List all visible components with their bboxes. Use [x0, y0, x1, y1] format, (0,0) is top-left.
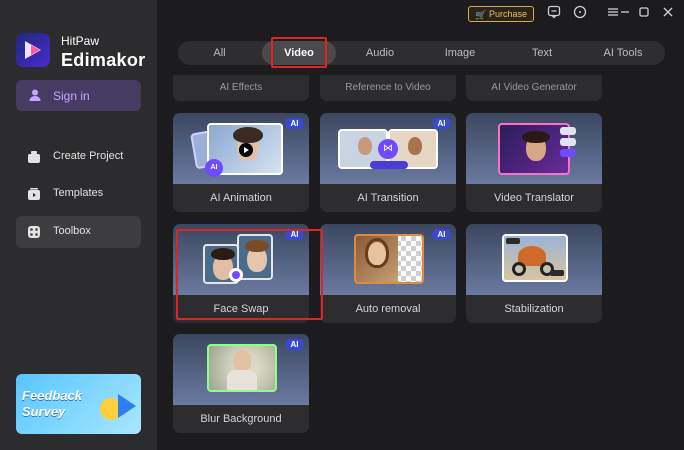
sidebar-item-toolbox[interactable]: Toolbox	[16, 216, 141, 248]
stabilization-thumbnail	[466, 224, 602, 295]
tool-card-label: Video Translator	[494, 192, 574, 204]
sidebar-item-label: Toolbox	[53, 225, 91, 237]
tool-card-label: Auto removal	[355, 303, 421, 315]
tab-all[interactable]: All	[178, 41, 261, 65]
tool-card-stabilization[interactable]: Stabilization	[466, 224, 602, 323]
close-icon[interactable]	[660, 5, 676, 21]
tool-card-ai-video-generator[interactable]: AI Video Generator	[466, 75, 602, 101]
brand-name-bottom: Edimakor	[61, 50, 146, 70]
tool-card-blur-background[interactable]: AI Blur Background	[173, 334, 309, 433]
ai-badge: AI	[433, 229, 450, 240]
tool-card-label: Stabilization	[504, 303, 564, 315]
video-tab-highlight	[271, 37, 327, 68]
create-project-icon	[28, 151, 40, 163]
tab-ai-tools[interactable]: AI Tools	[584, 41, 662, 65]
sign-in-label: Sign in	[53, 89, 90, 103]
sidebar-item-templates[interactable]: Templates	[16, 178, 141, 210]
sidebar-item-label: Templates	[53, 187, 104, 199]
minimize-icon[interactable]	[617, 5, 633, 21]
tool-card-label: Reference to Video	[345, 82, 431, 93]
tool-card-reference-to-video[interactable]: Reference to Video	[320, 75, 456, 101]
tool-card-ai-effects[interactable]: AI Effects	[173, 75, 309, 101]
tab-audio[interactable]: Audio	[340, 41, 420, 65]
purchase-button[interactable]: 🛒 Purchase	[468, 6, 534, 22]
tool-card-video-translator[interactable]: Video Translator	[466, 113, 602, 212]
brand-name-top: HitPaw	[61, 34, 100, 48]
tab-image[interactable]: Image	[420, 41, 500, 65]
feedback-survey-banner[interactable]: Feedback Survey	[16, 374, 141, 434]
tool-card-label: AI Animation	[210, 192, 272, 204]
templates-icon	[28, 188, 40, 200]
sign-in-button[interactable]: Sign in	[16, 80, 141, 111]
category-tabs: All Video Audio Image Text AI Tools	[178, 41, 665, 65]
tool-card-label: AI Transition	[357, 192, 419, 204]
tool-card-auto-removal[interactable]: AI Auto removal	[320, 224, 456, 323]
paper-plane-icon	[118, 394, 136, 418]
tool-card-label: AI Effects	[219, 82, 263, 93]
purchase-label: Purchase	[489, 9, 528, 19]
toolbox-icon	[28, 226, 40, 238]
cart-icon: 🛒	[475, 10, 487, 20]
maximize-icon[interactable]	[636, 5, 652, 21]
sidebar: HitPaw Edimakor Sign in Create Project T…	[0, 0, 157, 450]
face-swap-highlight	[176, 229, 323, 320]
feedback-line1: Feedback	[22, 388, 82, 403]
user-icon	[29, 89, 41, 101]
tab-text[interactable]: Text	[500, 41, 584, 65]
ai-badge: AI	[286, 118, 303, 129]
tool-card-ai-animation[interactable]: AI AI AI Animation	[173, 113, 309, 212]
help-icon[interactable]	[572, 5, 588, 21]
message-icon[interactable]	[546, 5, 562, 21]
tool-card-label: AI Video Generator	[491, 82, 577, 93]
feedback-line2: Survey	[22, 404, 66, 419]
video-translator-thumbnail	[466, 113, 602, 184]
tool-card-ai-transition[interactable]: ⋈ AI AI Transition	[320, 113, 456, 212]
sidebar-item-create-project[interactable]: Create Project	[16, 141, 141, 173]
ai-badge: AI	[286, 339, 303, 350]
tool-card-label: Blur Background	[200, 413, 282, 425]
sidebar-item-label: Create Project	[53, 150, 124, 162]
ai-badge: AI	[433, 118, 450, 129]
edimakor-logo-icon	[16, 33, 50, 67]
